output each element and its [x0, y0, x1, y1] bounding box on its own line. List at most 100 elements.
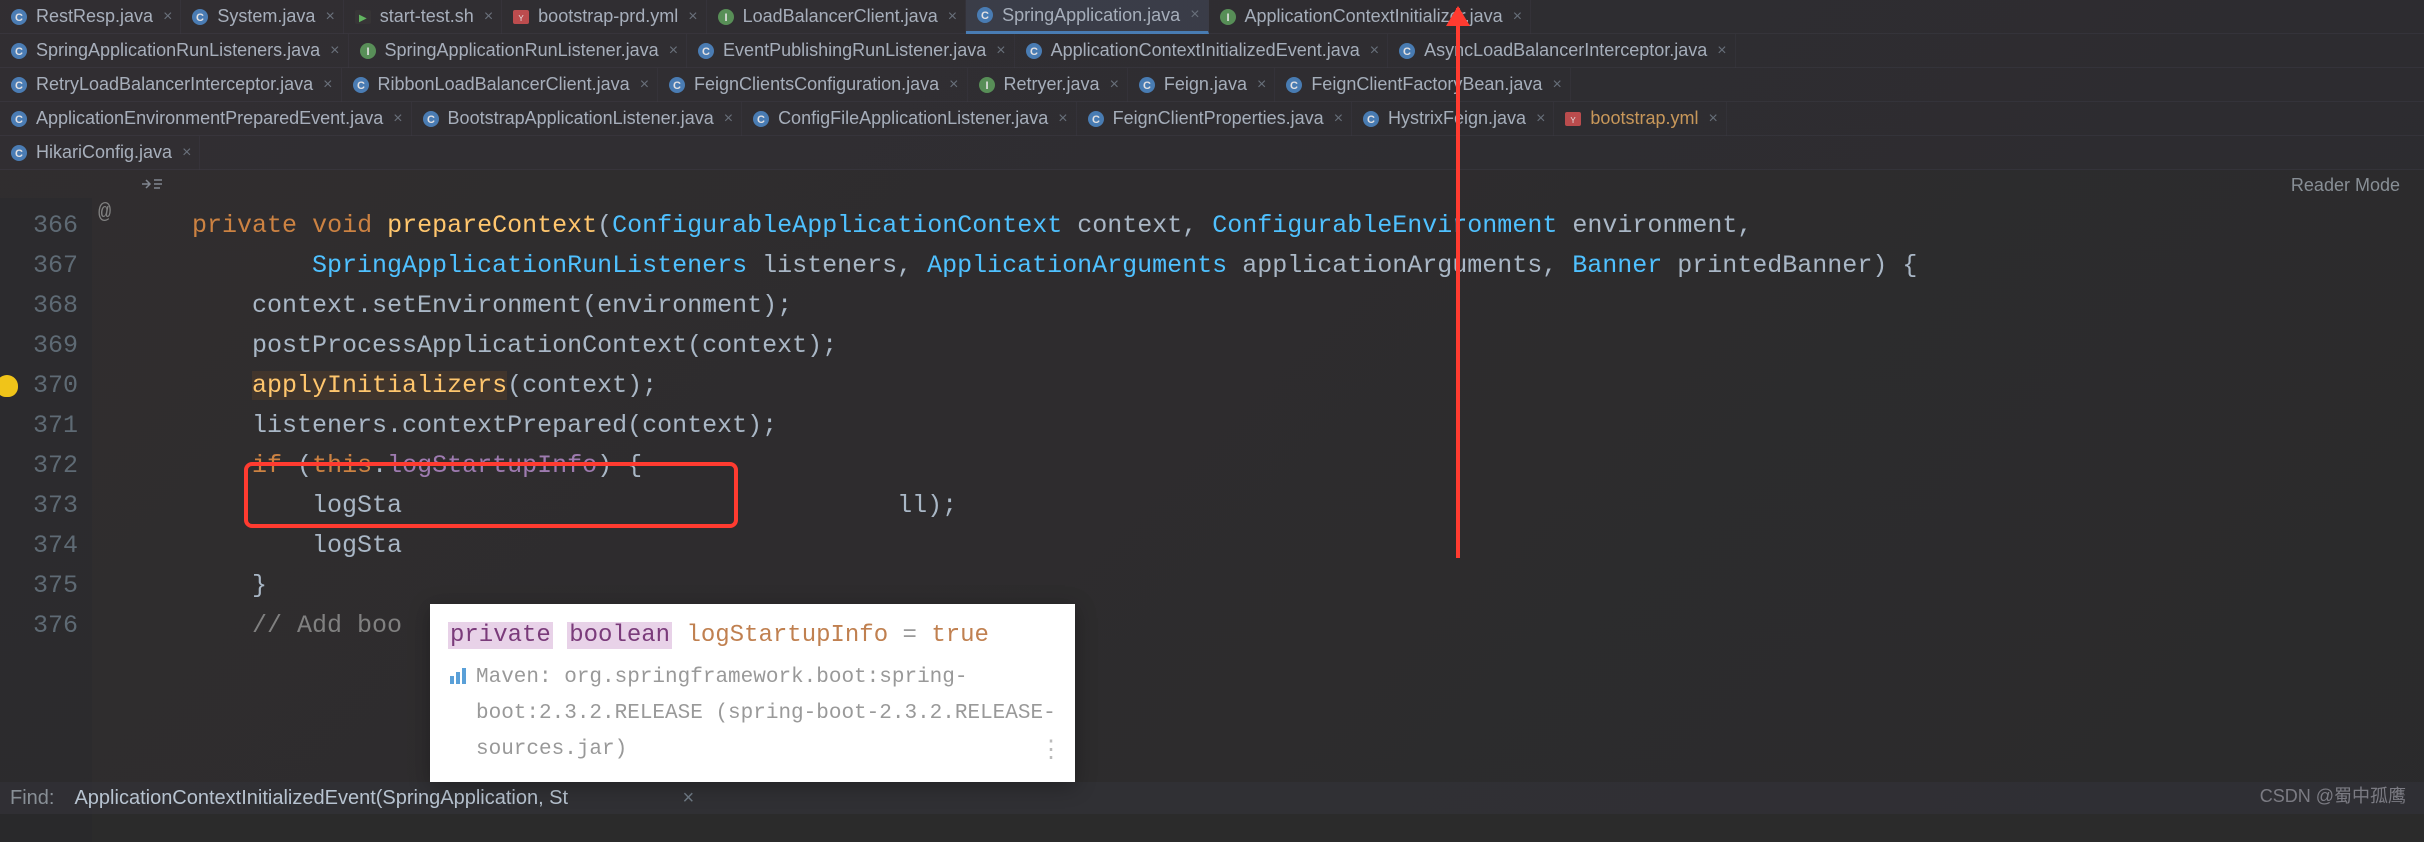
editor-tab[interactable]: Ybootstrap-prd.yml×	[502, 0, 706, 34]
find-close-icon[interactable]: ×	[682, 787, 694, 810]
close-icon[interactable]: ×	[325, 8, 334, 26]
editor-tab[interactable]: CSpringApplicationRunListeners.java×	[0, 34, 349, 68]
code-line[interactable]: }	[132, 566, 2424, 606]
close-icon[interactable]: ×	[669, 42, 678, 60]
editor-tab[interactable]: CSystem.java×	[181, 0, 343, 34]
editor-tab[interactable]: CFeignClientFactoryBean.java×	[1275, 68, 1570, 102]
close-icon[interactable]: ×	[1513, 8, 1522, 26]
editor-tab[interactable]: IApplicationContextInitializer.java×	[1209, 0, 1532, 34]
code-line[interactable]: logSta	[132, 526, 2424, 566]
svg-text:C: C	[15, 12, 23, 24]
svg-text:C: C	[1143, 80, 1151, 92]
close-icon[interactable]: ×	[949, 76, 958, 94]
code-line[interactable]: context.setEnvironment(environment);	[132, 286, 2424, 326]
line-number: 366	[0, 206, 78, 246]
editor-tab[interactable]: CApplicationEnvironmentPreparedEvent.jav…	[0, 102, 412, 136]
close-icon[interactable]: ×	[1190, 6, 1199, 24]
editor-tab[interactable]: C SpringApplication.java ×	[966, 0, 1208, 34]
tooltip-menu-icon[interactable]: ⋮	[1039, 734, 1063, 770]
editor-tab[interactable]: CFeign.java×	[1128, 68, 1275, 102]
find-input[interactable]	[74, 787, 674, 810]
editor-tab[interactable]: Ybootstrap.yml×	[1554, 102, 1726, 136]
close-icon[interactable]: ×	[1334, 110, 1343, 128]
close-icon[interactable]: ×	[330, 42, 339, 60]
tab-row: CHikariConfig.java×	[0, 136, 2424, 170]
svg-text:I: I	[724, 12, 727, 24]
close-icon[interactable]: ×	[1110, 76, 1119, 94]
close-icon[interactable]: ×	[1536, 110, 1545, 128]
tab-label: SpringApplication.java	[1002, 5, 1180, 26]
editor-tab[interactable]: C AsyncLoadBalancerInterceptor.java ×	[1388, 34, 1736, 68]
code-line[interactable]: postProcessApplicationContext(context);	[132, 326, 2424, 366]
close-icon[interactable]: ×	[996, 42, 1005, 60]
svg-text:C: C	[757, 114, 765, 126]
editor-tab[interactable]: CFeignClientProperties.java×	[1077, 102, 1352, 136]
breadcrumb-bar	[0, 170, 2424, 198]
reader-mode-label[interactable]: Reader Mode	[2291, 175, 2400, 196]
editor-tab[interactable]: CApplicationContextInitializedEvent.java…	[1015, 34, 1389, 68]
tab-label: RetryLoadBalancerInterceptor.java	[36, 74, 313, 95]
tooltip-keyword-boolean: boolean	[567, 622, 672, 649]
line-number: 370	[0, 366, 78, 406]
tab-row: CRestResp.java×CSystem.java×▶start-test.…	[0, 0, 2424, 34]
code-line[interactable]: if (this.logStartupInfo) {	[132, 446, 2424, 486]
line-number: 371	[0, 406, 78, 446]
close-icon[interactable]: ×	[1370, 42, 1379, 60]
editor-tab[interactable]: IRetryer.java×	[968, 68, 1128, 102]
close-icon[interactable]: ×	[182, 144, 191, 162]
tooltip-value-true: true	[931, 622, 989, 649]
close-icon[interactable]: ×	[484, 8, 493, 26]
editor-tab[interactable]: CBootstrapApplicationListener.java×	[412, 102, 743, 136]
tab-label: bootstrap.yml	[1590, 108, 1698, 129]
close-icon[interactable]: ×	[1257, 76, 1266, 94]
close-icon[interactable]: ×	[393, 110, 402, 128]
svg-text:C: C	[427, 114, 435, 126]
svg-text:C: C	[15, 46, 23, 58]
editor-tab[interactable]: ▶start-test.sh×	[344, 0, 502, 34]
editor-tab[interactable]: CFeignClientsConfiguration.java×	[658, 68, 967, 102]
editor-tab[interactable]: CRestResp.java×	[0, 0, 181, 34]
editor-tab[interactable]: CConfigFileApplicationListener.java×	[742, 102, 1077, 136]
editor-tab[interactable]: CEventPublishingRunListener.java×	[687, 34, 1015, 68]
editor-tab[interactable]: CHystrixFeign.java×	[1352, 102, 1554, 136]
close-icon[interactable]: ×	[640, 76, 649, 94]
tab-label: System.java	[217, 6, 315, 27]
code-line[interactable]: SpringApplicationRunListeners listeners,…	[132, 246, 2424, 286]
tab-label: AsyncLoadBalancerInterceptor.java	[1424, 40, 1707, 61]
annotation-arrow	[1456, 8, 1460, 558]
line-number: 376	[0, 606, 78, 646]
svg-text:C: C	[1367, 114, 1375, 126]
editor-tab[interactable]: CRibbonLoadBalancerClient.java×	[342, 68, 659, 102]
close-icon[interactable]: ×	[1717, 42, 1726, 60]
close-icon[interactable]: ×	[163, 8, 172, 26]
find-bar: Find: ×	[0, 782, 2424, 814]
svg-text:C: C	[1403, 46, 1411, 58]
editor-tab[interactable]: CHikariConfig.java×	[0, 136, 200, 170]
close-icon[interactable]: ×	[1058, 110, 1067, 128]
code-line[interactable]: private void prepareContext(Configurable…	[132, 206, 2424, 246]
close-icon[interactable]: ×	[323, 76, 332, 94]
editor-tab[interactable]: ILoadBalancerClient.java×	[707, 0, 966, 34]
quick-doc-tooltip: private boolean logStartupInfo = true Ma…	[430, 604, 1075, 782]
svg-text:C: C	[981, 10, 989, 22]
line-number: 369	[0, 326, 78, 366]
tab-label: start-test.sh	[380, 6, 474, 27]
code-line[interactable]: listeners.contextPrepared(context);	[132, 406, 2424, 446]
code-line[interactable]: applyInitializers(context);	[132, 366, 2424, 406]
editor: 366367368369370371372373374375376 privat…	[0, 198, 2424, 842]
svg-text:C: C	[15, 148, 23, 160]
close-icon[interactable]: ×	[724, 110, 733, 128]
tooltip-field-name: logStartupInfo	[686, 622, 888, 649]
code-line[interactable]: logStaxxxxxxxxxxxxxxxxxxxxxxxxxxxxxxxxxl…	[132, 486, 2424, 526]
editor-tab[interactable]: ISpringApplicationRunListener.java×	[349, 34, 688, 68]
tab-label: SpringApplicationRunListener.java	[385, 40, 659, 61]
close-icon[interactable]: ×	[1552, 76, 1561, 94]
tab-label: ApplicationEnvironmentPreparedEvent.java	[36, 108, 383, 129]
editor-tab[interactable]: CRetryLoadBalancerInterceptor.java×	[0, 68, 342, 102]
intention-bulb-icon[interactable]	[0, 375, 18, 397]
close-icon[interactable]: ×	[688, 8, 697, 26]
close-icon[interactable]: ×	[1708, 110, 1717, 128]
line-number: 367	[0, 246, 78, 286]
tab-label: FeignClientFactoryBean.java	[1311, 74, 1542, 95]
close-icon[interactable]: ×	[948, 8, 957, 26]
